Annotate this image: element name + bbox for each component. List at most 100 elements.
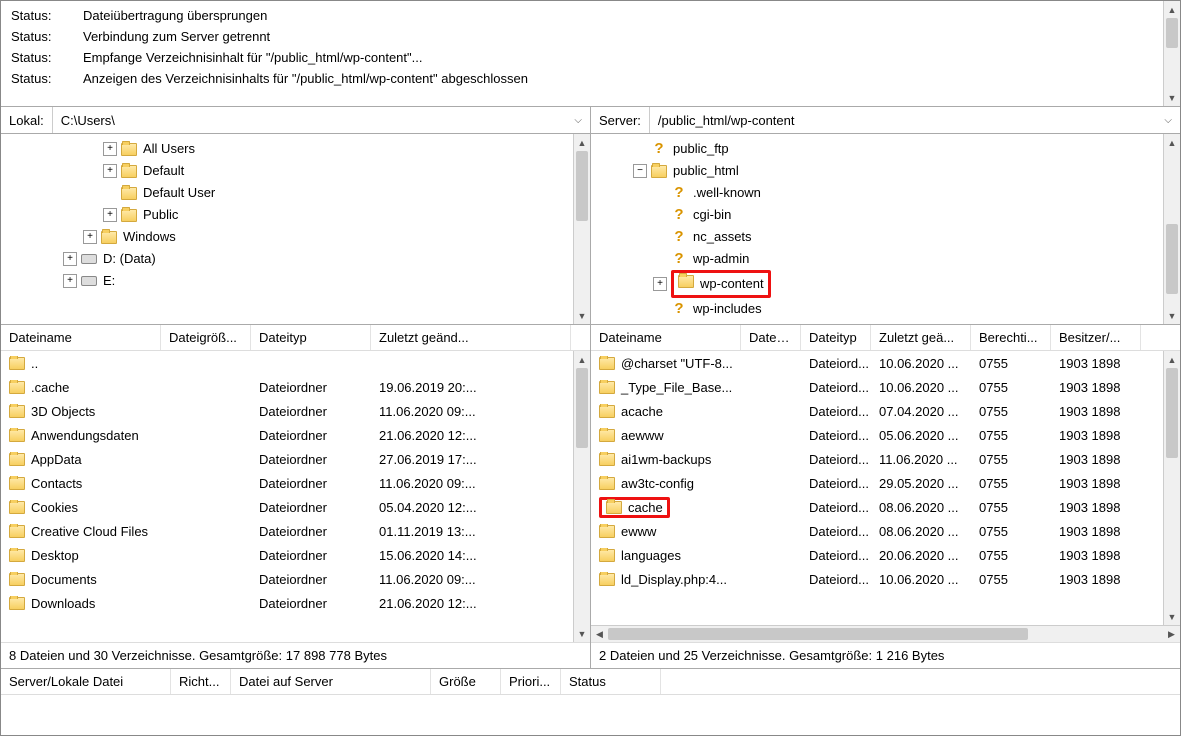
list-item[interactable]: acache Dateiord... 07.04.2020 ... 0755 1… <box>591 399 1180 423</box>
tree-item[interactable]: −public_html <box>593 160 1178 182</box>
tree-item[interactable]: ?public_ftp <box>593 138 1178 160</box>
folder-icon <box>121 209 137 222</box>
local-list-scrollbar[interactable]: ▲ ▼ <box>573 351 590 642</box>
tree-item[interactable]: ?cgi-bin <box>593 204 1178 226</box>
list-item[interactable]: .. <box>1 351 590 375</box>
list-item[interactable]: cache Dateiord... 08.06.2020 ... 0755 19… <box>591 495 1180 519</box>
tree-item[interactable]: ?nc_assets <box>593 226 1178 248</box>
folder-icon <box>599 573 615 586</box>
list-item[interactable]: aw3tc-config Dateiord... 29.05.2020 ... … <box>591 471 1180 495</box>
folder-icon <box>599 357 615 370</box>
list-item[interactable]: Cookies Dateiordner 05.04.2020 12:... <box>1 495 590 519</box>
local-tree-scrollbar[interactable]: ▲ ▼ <box>573 134 590 324</box>
status-log: Status:Dateiübertragung übersprungen Stat… <box>1 1 1180 107</box>
list-item[interactable]: aewww Dateiord... 05.06.2020 ... 0755 19… <box>591 423 1180 447</box>
column-header[interactable]: Dateityp <box>801 325 871 350</box>
column-header[interactable]: Richt... <box>171 669 231 694</box>
local-tree[interactable]: +All Users+DefaultDefault User+Public+Wi… <box>1 134 591 324</box>
unknown-icon: ? <box>671 251 687 267</box>
tree-item[interactable]: +D: (Data) <box>3 248 588 270</box>
column-header[interactable]: Status <box>561 669 661 694</box>
column-header[interactable]: Größe <box>431 669 501 694</box>
drive-icon <box>81 254 97 264</box>
column-header[interactable]: Dateiname <box>1 325 161 350</box>
column-header[interactable]: Zuletzt geä... <box>871 325 971 350</box>
tree-item[interactable]: +All Users <box>3 138 588 160</box>
folder-icon <box>599 381 615 394</box>
column-header[interactable]: Server/Lokale Datei <box>1 669 171 694</box>
remote-list-hscrollbar[interactable]: ◀ ▶ <box>591 625 1180 642</box>
expand-toggle[interactable]: + <box>83 230 97 244</box>
column-header[interactable]: Dateigr... <box>741 325 801 350</box>
column-header[interactable]: Dateiname <box>591 325 741 350</box>
remote-file-list[interactable]: DateinameDateigr...DateitypZuletzt geä..… <box>591 325 1180 668</box>
list-item[interactable]: 3D Objects Dateiordner 11.06.2020 09:... <box>1 399 590 423</box>
folder-icon <box>9 597 25 610</box>
list-item[interactable]: Anwendungsdaten Dateiordner 21.06.2020 1… <box>1 423 590 447</box>
tree-item[interactable]: Default User <box>3 182 588 204</box>
local-path-input[interactable]: C:\Users\⌵ <box>52 107 590 133</box>
chevron-down-icon[interactable]: ⌵ <box>1164 115 1172 126</box>
list-item[interactable]: @charset "UTF-8... Dateiord... 10.06.202… <box>591 351 1180 375</box>
list-item[interactable]: languages Dateiord... 20.06.2020 ... 075… <box>591 543 1180 567</box>
list-item[interactable]: _Type_File_Base... Dateiord... 10.06.202… <box>591 375 1180 399</box>
local-summary: 8 Dateien und 30 Verzeichnisse. Gesamtgr… <box>1 642 590 668</box>
unknown-icon: ? <box>671 207 687 223</box>
log-line: Status:Dateiübertragung übersprungen <box>11 5 1170 26</box>
list-item[interactable]: ai1wm-backups Dateiord... 11.06.2020 ...… <box>591 447 1180 471</box>
remote-path-input[interactable]: /public_html/wp-content⌵ <box>649 107 1180 133</box>
unknown-icon: ? <box>671 229 687 245</box>
local-file-list[interactable]: DateinameDateigröß...DateitypZuletzt geä… <box>1 325 591 668</box>
log-scrollbar[interactable]: ▲ ▼ <box>1163 1 1180 106</box>
list-item[interactable]: Downloads Dateiordner 21.06.2020 12:... <box>1 591 590 615</box>
list-item[interactable]: Desktop Dateiordner 15.06.2020 14:... <box>1 543 590 567</box>
folder-icon <box>651 165 667 178</box>
remote-tree-scrollbar[interactable]: ▲ ▼ <box>1163 134 1180 324</box>
expand-toggle[interactable]: + <box>103 142 117 156</box>
list-item[interactable]: AppData Dateiordner 27.06.2019 17:... <box>1 447 590 471</box>
tree-item[interactable]: ?.well-known <box>593 182 1178 204</box>
tree-item[interactable]: ?wp-includes <box>593 298 1178 320</box>
tree-item[interactable]: +Public <box>3 204 588 226</box>
expand-toggle[interactable]: + <box>103 164 117 178</box>
list-item[interactable]: Creative Cloud Files Dateiordner 01.11.2… <box>1 519 590 543</box>
column-header[interactable]: Datei auf Server <box>231 669 431 694</box>
expand-toggle[interactable]: + <box>653 277 667 291</box>
tree-item[interactable]: ?wp-admin <box>593 248 1178 270</box>
remote-list-scrollbar[interactable]: ▲ ▼ <box>1163 351 1180 625</box>
folder-icon <box>606 501 622 514</box>
folder-icon <box>9 429 25 442</box>
tree-item[interactable]: +E: <box>3 270 588 292</box>
list-item[interactable]: Documents Dateiordner 11.06.2020 09:... <box>1 567 590 591</box>
expand-toggle[interactable]: + <box>63 252 77 266</box>
folder-icon <box>9 381 25 394</box>
folder-icon <box>121 165 137 178</box>
column-header[interactable]: Dateityp <box>251 325 371 350</box>
remote-tree[interactable]: ?public_ftp−public_html?.well-known?cgi-… <box>591 134 1180 324</box>
folder-icon <box>599 429 615 442</box>
column-header[interactable]: Berechti... <box>971 325 1051 350</box>
expand-toggle[interactable]: + <box>103 208 117 222</box>
unknown-icon: ? <box>671 185 687 201</box>
remote-summary: 2 Dateien und 25 Verzeichnisse. Gesamtgr… <box>591 642 1180 668</box>
folder-icon <box>121 187 137 200</box>
column-header[interactable]: Priori... <box>501 669 561 694</box>
list-item[interactable]: .cache Dateiordner 19.06.2019 20:... <box>1 375 590 399</box>
column-header[interactable]: Dateigröß... <box>161 325 251 350</box>
list-item[interactable]: ld_Display.php:4... Dateiord... 10.06.20… <box>591 567 1180 591</box>
folder-icon <box>599 477 615 490</box>
list-item[interactable]: ewww Dateiord... 08.06.2020 ... 0755 190… <box>591 519 1180 543</box>
expand-toggle[interactable]: + <box>63 274 77 288</box>
tree-item[interactable]: +Windows <box>3 226 588 248</box>
column-header[interactable]: Besitzer/... <box>1051 325 1141 350</box>
column-header[interactable]: Zuletzt geänd... <box>371 325 571 350</box>
folder-icon <box>9 501 25 514</box>
transfer-queue: Server/Lokale DateiRicht...Datei auf Ser… <box>1 669 1180 735</box>
list-item[interactable]: Contacts Dateiordner 11.06.2020 09:... <box>1 471 590 495</box>
folder-icon <box>9 357 25 370</box>
tree-item[interactable]: +wp-content <box>593 270 1178 298</box>
chevron-down-icon[interactable]: ⌵ <box>574 115 582 126</box>
expand-toggle[interactable]: − <box>633 164 647 178</box>
log-line: Status:Anzeigen des Verzeichnisinhalts f… <box>11 68 1170 89</box>
tree-item[interactable]: +Default <box>3 160 588 182</box>
